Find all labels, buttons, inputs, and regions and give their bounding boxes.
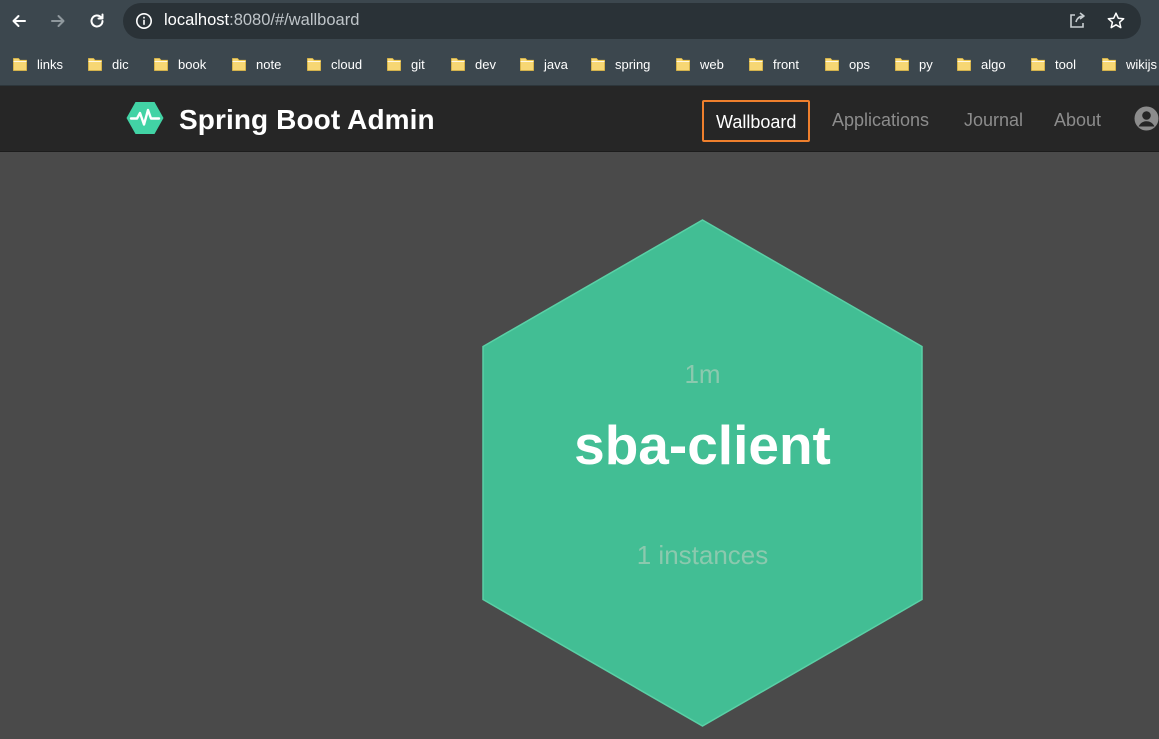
nav-about[interactable]: About xyxy=(1042,100,1113,142)
bookmark-label: note xyxy=(256,56,282,72)
folder-icon xyxy=(824,56,840,72)
bookmark-label: links xyxy=(37,56,64,72)
folder-icon xyxy=(12,56,28,72)
folder-icon xyxy=(894,56,910,72)
reload-button[interactable] xyxy=(84,8,110,34)
folder-icon xyxy=(87,56,103,72)
star-icon[interactable] xyxy=(1106,11,1126,31)
bookmark-folder[interactable]: tool xyxy=(1030,53,1076,75)
url-path: :8080/#/wallboard xyxy=(229,11,360,29)
folder-icon xyxy=(956,56,972,72)
reload-icon xyxy=(90,13,104,28)
bookmark-label: tool xyxy=(1055,56,1076,72)
app-title[interactable]: Spring Boot Admin xyxy=(179,104,435,136)
bookmark-folder[interactable]: front xyxy=(748,53,799,75)
folder-icon xyxy=(1030,56,1046,72)
bookmark-label: web xyxy=(700,56,724,72)
bookmark-folder[interactable]: java xyxy=(519,53,568,75)
application-instance-count: 1 instances xyxy=(636,540,769,570)
bookmark-folder[interactable]: links xyxy=(12,53,63,75)
folder-icon xyxy=(153,56,169,72)
nav-wallboard[interactable]: Wallboard xyxy=(702,100,811,142)
bookmark-label: front xyxy=(773,56,800,72)
share-icon[interactable] xyxy=(1067,11,1087,31)
wallboard: 1m sba-client 1 instances xyxy=(0,153,1159,739)
url-host: localhost xyxy=(164,11,230,29)
folder-icon xyxy=(675,56,691,72)
application-name: sba-client xyxy=(574,414,831,476)
folder-icon xyxy=(386,56,402,72)
bookmark-label: py xyxy=(919,56,933,72)
bookmark-folder[interactable]: spring xyxy=(590,53,650,75)
browser-toolbar: localhost:8080/#/wallboard xyxy=(0,0,1159,42)
bookmark-label: cloud xyxy=(331,56,363,72)
app-navbar: Spring Boot Admin Wallboard Applications… xyxy=(0,86,1159,152)
forward-arrow-icon xyxy=(51,15,65,27)
back-button[interactable] xyxy=(6,8,32,34)
bookmark-label: dic xyxy=(112,56,129,72)
bookmark-folder[interactable]: ops xyxy=(824,53,870,75)
bookmark-label: git xyxy=(411,56,425,72)
folder-icon xyxy=(519,56,535,72)
bookmark-folder[interactable]: web xyxy=(675,53,724,75)
back-arrow-icon xyxy=(12,15,26,27)
info-icon[interactable] xyxy=(135,12,153,30)
folder-icon xyxy=(590,56,606,72)
bookmark-folder[interactable]: dic xyxy=(87,53,129,75)
bookmark-folder[interactable]: cloud xyxy=(306,53,362,75)
bookmark-folder[interactable]: git xyxy=(386,53,425,75)
folder-icon xyxy=(748,56,764,72)
bookmark-folder[interactable]: dev xyxy=(450,53,496,75)
folder-icon xyxy=(450,56,466,72)
bookmark-label: algo xyxy=(981,56,1006,72)
folder-icon xyxy=(306,56,322,72)
bookmark-folder[interactable]: py xyxy=(894,53,933,75)
bookmark-folder[interactable]: algo xyxy=(956,53,1006,75)
application-hexagon-content: 1m sba-client 1 instances xyxy=(482,219,923,727)
url-text[interactable]: localhost:8080/#/wallboard xyxy=(164,11,359,30)
application-uptime: 1m xyxy=(684,359,721,389)
bookmarks-bar: links dic book note cloud git dev java s… xyxy=(0,42,1159,86)
user-icon[interactable] xyxy=(1134,106,1159,131)
bookmark-label: spring xyxy=(615,56,651,72)
address-bar[interactable]: localhost:8080/#/wallboard xyxy=(123,3,1141,39)
bookmark-folder[interactable]: note xyxy=(231,53,281,75)
bookmark-label: wikijs xyxy=(1126,56,1158,72)
bookmark-folder[interactable]: wikijs xyxy=(1101,53,1157,75)
bookmark-label: java xyxy=(544,56,568,72)
bookmark-label: ops xyxy=(849,56,870,72)
bookmark-folder[interactable]: book xyxy=(153,53,206,75)
forward-button[interactable] xyxy=(45,8,71,34)
bookmark-label: dev xyxy=(475,56,496,72)
nav-applications[interactable]: Applications xyxy=(820,100,941,142)
sba-logo-icon[interactable] xyxy=(126,101,164,135)
nav-journal[interactable]: Journal xyxy=(952,100,1035,142)
folder-icon xyxy=(1101,56,1117,72)
bookmark-label: book xyxy=(178,56,207,72)
folder-icon xyxy=(231,56,247,72)
